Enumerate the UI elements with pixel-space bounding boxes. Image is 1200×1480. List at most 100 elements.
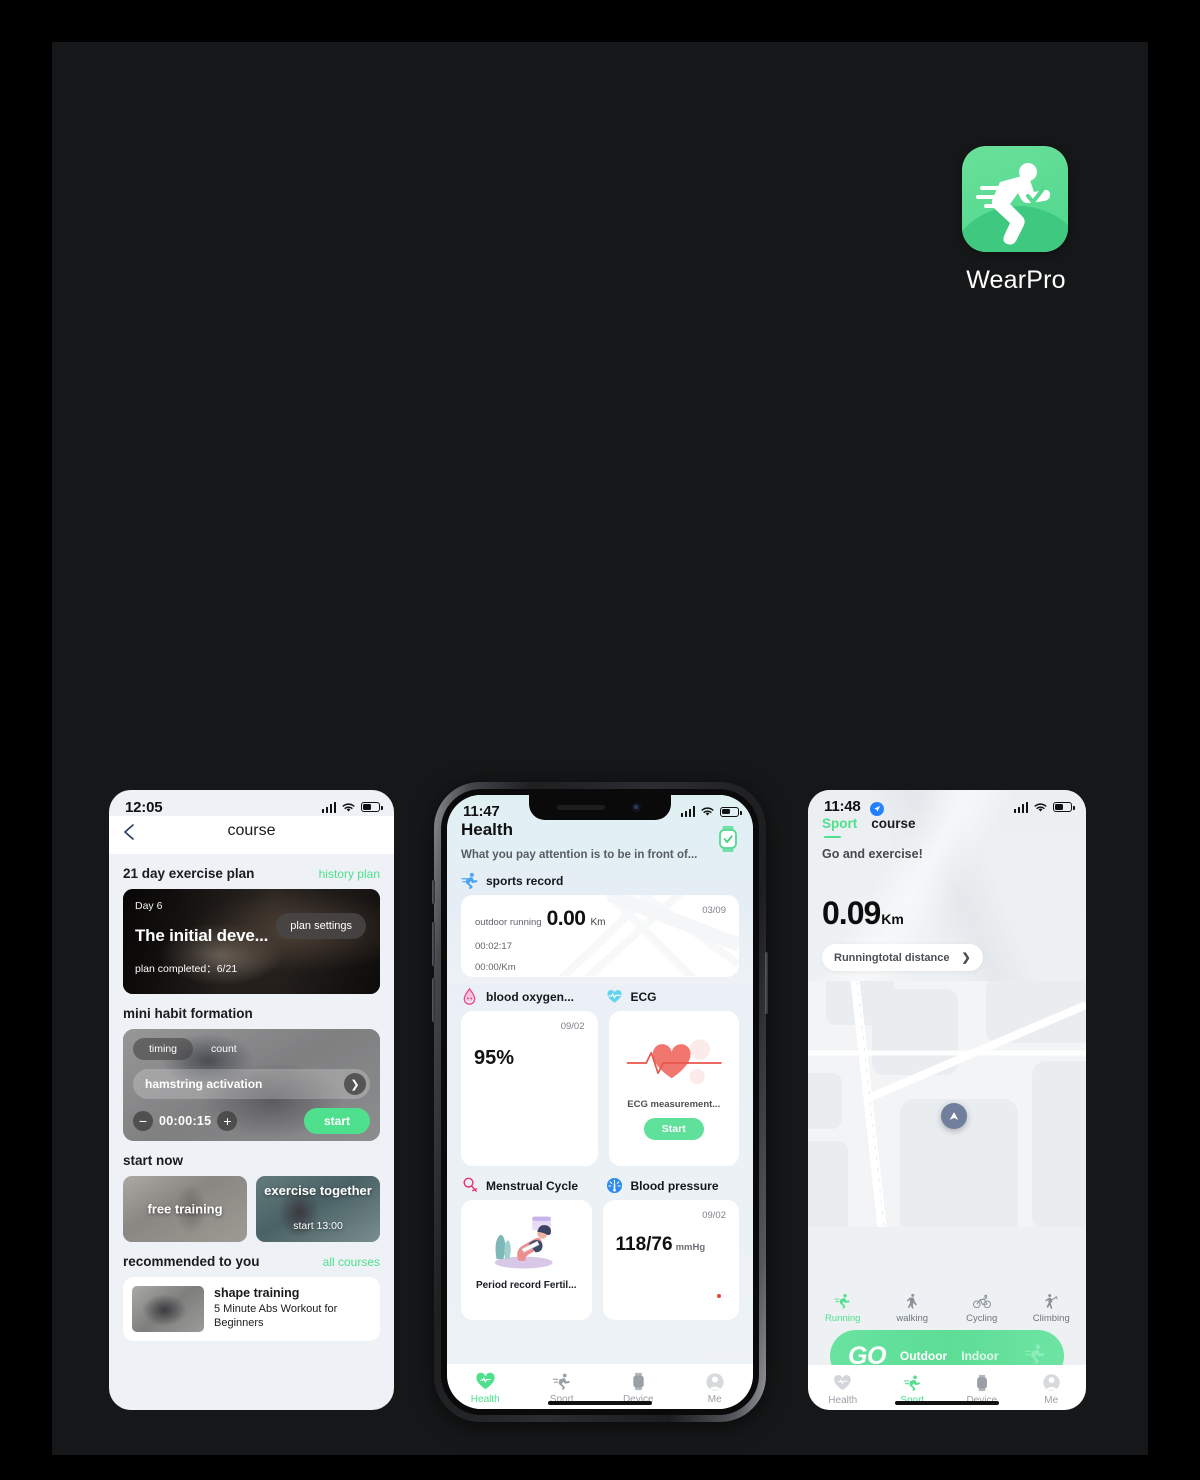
woman-reading-graphic <box>494 1216 553 1269</box>
chevron-left-icon[interactable] <box>121 822 137 842</box>
tab-sport[interactable]: Sport <box>822 816 857 838</box>
all-courses-link[interactable]: all courses <box>323 1255 380 1269</box>
bp-unit: mmHg <box>675 1242 706 1253</box>
distance-type-button[interactable]: Runningtotal distance ❯ <box>822 944 983 971</box>
battery-icon <box>361 802 383 812</box>
runner-icon <box>808 1291 878 1311</box>
page-title: course <box>227 822 276 839</box>
record-distance-unit: Km <box>590 917 606 928</box>
ecg-card[interactable]: ECG measurement... Start <box>608 1011 739 1166</box>
app-icon[interactable] <box>962 146 1068 252</box>
location-arrow-icon <box>870 802 884 816</box>
status-icons <box>321 801 383 813</box>
home-indicator <box>548 1401 652 1405</box>
screenshot-root: WearPro 12:05 course 21 day exercise pla… <box>0 0 1200 1480</box>
ecg-start-button[interactable]: Start <box>643 1118 704 1140</box>
menstrual-cycle-card[interactable]: Period record Fertil... <box>461 1200 592 1320</box>
blood-oxygen-date: 09/02 <box>560 1021 585 1032</box>
tab-timing[interactable]: timing <box>133 1038 194 1060</box>
front-camera <box>632 803 641 812</box>
volume-down-button[interactable] <box>432 978 435 1022</box>
course-title: shape training <box>214 1286 300 1300</box>
mode-label: Running <box>825 1313 861 1324</box>
section-heading: Blood pressure <box>630 1178 719 1193</box>
health-tagline: What you pay attention is to be in front… <box>461 849 698 861</box>
silent-switch[interactable] <box>432 880 435 904</box>
health-row-2-cards: Period record Fertil... 09/02 118/76 mmHg <box>461 1200 739 1320</box>
mode-climbing[interactable]: Climbing <box>1017 1291 1087 1324</box>
record-distance: 0.00 <box>546 907 586 930</box>
outdoor-option[interactable]: Outdoor <box>900 1349 947 1363</box>
habit-exercise-name: hamstring activation <box>145 1077 263 1091</box>
ecg-header: ECG <box>606 988 740 1005</box>
mode-cycling[interactable]: Cycling <box>947 1291 1017 1324</box>
status-icons <box>1013 801 1075 813</box>
climbing-icon <box>1017 1291 1087 1311</box>
map-view[interactable] <box>808 981 1086 1227</box>
recommended-header: recommended to you all courses <box>123 1254 380 1269</box>
indoor-option[interactable]: Indoor <box>961 1349 998 1363</box>
status-bar: 11:48 <box>808 790 1086 816</box>
section-title: recommended to you <box>123 1254 260 1269</box>
history-plan-link[interactable]: history plan <box>319 867 380 881</box>
bicycle-icon <box>947 1291 1017 1311</box>
person-icon <box>1017 1372 1087 1393</box>
record-distance-row: outdoor running 0.00 Km <box>475 907 725 931</box>
page-title: Health <box>461 820 513 839</box>
habit-card-content: timing count hamstring activation ❯ − 00… <box>123 1029 380 1141</box>
recommended-course-card[interactable]: shape training 5 Minute Abs Workout for … <box>123 1277 380 1341</box>
card-label: free training <box>147 1201 223 1217</box>
sports-record-card[interactable]: 03/09 outdoor running 0.00 Km 00:02:17 0… <box>461 895 739 977</box>
section-title: 21 day exercise plan <box>123 866 255 881</box>
mode-label: Climbing <box>1032 1313 1070 1324</box>
blood-oxygen-card[interactable]: 09/02 95% <box>461 1011 598 1166</box>
blood-pressure-value: 118/76 mmHg <box>616 1234 727 1256</box>
sports-record-header: sports record <box>461 872 739 889</box>
status-dot <box>717 1294 721 1298</box>
battery-icon <box>720 806 742 817</box>
section-heading: sports record <box>486 873 564 888</box>
tab-course[interactable]: course <box>871 816 915 831</box>
smartwatch-icon <box>600 1371 677 1392</box>
section-heading: blood oxygen... <box>486 989 575 1004</box>
plan-section-header: 21 day exercise plan history plan <box>123 866 380 881</box>
female-symbol-icon <box>463 1177 478 1192</box>
menstrual-illustration <box>471 1210 582 1276</box>
ecg-caption: ECG measurement... <box>627 1099 721 1110</box>
navigation-arrow-icon <box>949 1112 959 1120</box>
blood-oxygen-header: blood oxygen... <box>461 988 595 1005</box>
plan-settings-button[interactable]: plan settings <box>276 913 366 939</box>
bp-reading: 118/76 <box>615 1234 673 1255</box>
mode-running[interactable]: Running <box>808 1291 878 1324</box>
volume-up-button[interactable] <box>432 922 435 966</box>
plus-icon[interactable]: + <box>217 1111 238 1131</box>
runner-icon <box>461 872 478 889</box>
course-text: shape training 5 Minute Abs Workout for … <box>214 1286 371 1332</box>
health-row-2-headers: Menstrual Cycle Blood pressure <box>461 1166 739 1200</box>
distance-unit: Km <box>881 911 904 927</box>
blood-pressure-card[interactable]: 09/02 118/76 mmHg <box>602 1200 739 1320</box>
phone-screen-course: 12:05 course 21 day exercise plan histor… <box>109 790 394 1410</box>
tab-count[interactable]: count <box>197 1038 251 1060</box>
plan-card[interactable]: Day 6 The initial deve... plan completed… <box>123 889 380 994</box>
heart-icon <box>606 990 622 1003</box>
battery-icon <box>1053 802 1075 812</box>
minus-icon[interactable]: − <box>133 1111 153 1131</box>
free-training-card[interactable]: free training <box>123 1176 247 1242</box>
card-label: exercise together <box>264 1183 372 1198</box>
current-location-marker <box>941 1103 967 1129</box>
heart-pulse-icon <box>447 1371 524 1392</box>
distance-display: 0.09Km <box>808 895 1086 932</box>
chevron-right-icon[interactable]: ❯ <box>344 1073 366 1095</box>
habit-exercise-selector[interactable]: hamstring activation ❯ <box>133 1069 370 1099</box>
habit-start-button[interactable]: start <box>303 1108 370 1134</box>
ecg-heart-graphic <box>626 1039 722 1085</box>
exercise-together-card[interactable]: exercise together start 13:00 <box>256 1176 380 1242</box>
power-button[interactable] <box>765 952 768 1014</box>
blood-drop-icon <box>463 988 476 1005</box>
record-duration: 00:02:17 <box>475 941 512 952</box>
status-left: 11:48 <box>824 798 884 816</box>
running-man-icon <box>976 163 1050 245</box>
distance-type-label: Runningtotal distance <box>834 951 950 964</box>
mode-walking[interactable]: walking <box>878 1291 948 1324</box>
